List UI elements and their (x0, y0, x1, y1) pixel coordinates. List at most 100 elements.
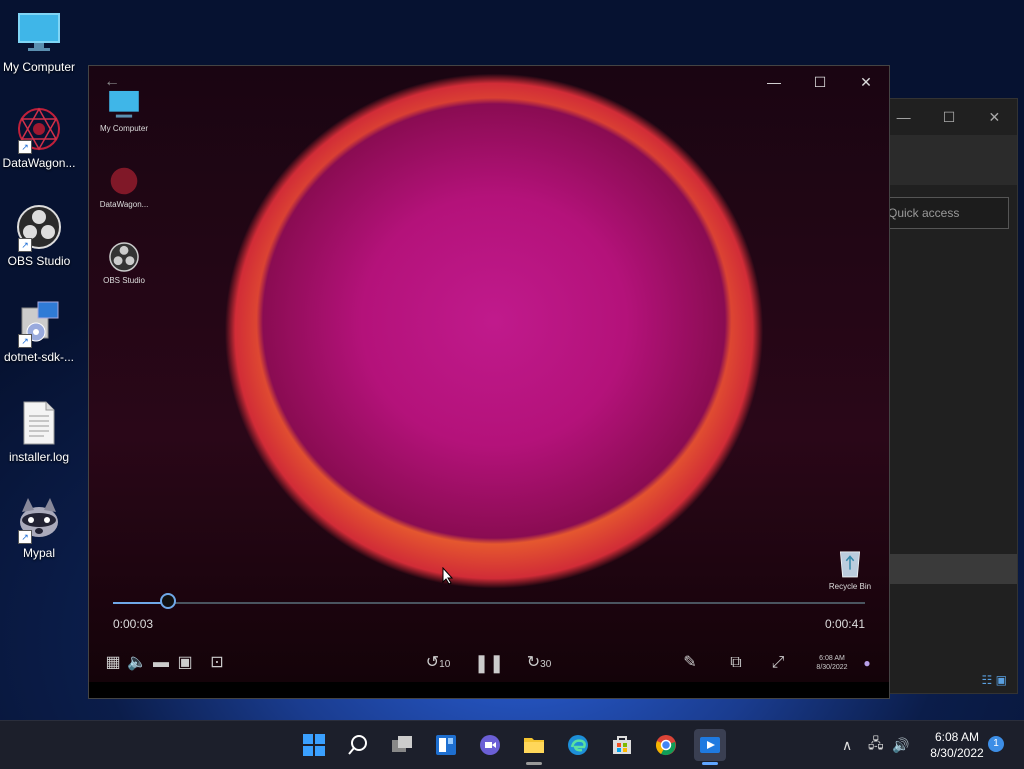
edge-button[interactable] (562, 729, 594, 761)
playback-controls: ▦ 🔈 ▬ ▣ ⊡ ↺10 ❚❚ ↻30 ✎ ⧉ ⤢ 6:08 AM 8/30/… (89, 644, 889, 682)
player-minimize-button[interactable]: — (751, 74, 797, 90)
file-explorer-window[interactable]: — ☐ ✕ Quick access ☷ ▣ (877, 98, 1018, 694)
seek-bar-thumb[interactable] (159, 593, 176, 609)
video-app-icon: ▣ (177, 654, 193, 671)
start-button[interactable] (298, 729, 330, 761)
tray-overflow-chevron[interactable]: ∧ (842, 721, 852, 769)
windows-logo-icon (303, 734, 325, 756)
video-icon-label: DataWagon... (99, 200, 149, 209)
video-icon-recycle-bin: Recycle Bin (815, 546, 885, 591)
search-button[interactable] (342, 729, 374, 761)
video-icon-datawagon: DataWagon... (89, 164, 159, 209)
shortcut-arrow-icon: ↗ (18, 140, 32, 154)
desktop-icon-label: My Computer (2, 60, 76, 74)
chat-button[interactable] (474, 729, 506, 761)
seek-bar[interactable] (113, 593, 865, 609)
video-clock: 6:08 AM 8/30/2022 (809, 644, 855, 682)
network-icon[interactable]: 🖧 (868, 721, 884, 769)
video-frame[interactable] (89, 66, 889, 682)
player-close-button[interactable]: ✕ (843, 74, 889, 91)
datawagon-icon: ↗ (16, 106, 62, 154)
clock-date: 8/30/2022 (930, 746, 984, 760)
details-view-icon[interactable]: ☷ (982, 673, 993, 687)
explorer-ribbon (881, 135, 1017, 185)
file-explorer-button[interactable] (518, 729, 550, 765)
video-app-icon-2: ⊡ (210, 654, 224, 671)
total-time: 0:00:41 (824, 617, 865, 631)
video-clock-date: 8/30/2022 (816, 664, 848, 671)
media-player-icon (700, 737, 720, 753)
mouse-cursor-icon (442, 566, 454, 585)
teams-chat-icon (480, 735, 500, 755)
video-start-icon: ▦ (105, 654, 121, 671)
video-icon-my-computer: My Computer (89, 88, 159, 133)
edge-browser-icon (568, 735, 588, 755)
taskbar-clock[interactable]: 6:08 AM 8/30/2022 (922, 729, 992, 761)
chrome-browser-icon (656, 735, 676, 756)
shortcut-arrow-icon: ↗ (18, 334, 32, 348)
search-icon (348, 735, 367, 755)
running-indicator (526, 762, 542, 765)
obs-icon: ↗ (16, 204, 62, 252)
monitor-icon (16, 10, 62, 56)
clock-time: 6:08 AM (934, 730, 980, 744)
explorer-titlebar: — ☐ ✕ (881, 99, 1017, 135)
explorer-maximize-button[interactable]: ☐ (926, 109, 971, 126)
skip-forward-label: 30 (540, 659, 552, 670)
volume-icon[interactable]: 🔊 (892, 721, 909, 769)
notification-badge[interactable]: 1 (988, 736, 1004, 752)
recycle-bin-icon (833, 546, 867, 580)
desktop-icon-my-computer[interactable]: My Computer (0, 10, 78, 74)
installer-icon: ↗ (16, 300, 62, 348)
desktop-icon-obs[interactable]: ↗ OBS Studio (0, 204, 78, 268)
desktop-icon-label: installer.log (8, 450, 70, 464)
tiles-view-icon[interactable]: ▣ (996, 673, 1007, 687)
explorer-close-button[interactable]: ✕ (972, 109, 1017, 126)
desktop-icon-label: DataWagon... (2, 156, 76, 170)
pause-button[interactable]: ❚❚ (474, 644, 504, 682)
store-icon (613, 736, 631, 754)
chrome-button[interactable] (650, 729, 682, 761)
widgets-icon (436, 735, 456, 755)
shortcut-arrow-icon: ↗ (18, 530, 32, 544)
player-titlebar: ← — ☐ ✕ (89, 66, 889, 98)
desktop-icon-label: dotnet-sdk-... (3, 350, 75, 364)
edit-pen-icon[interactable]: ✎ (677, 644, 703, 682)
cast-icon[interactable]: ⧉ (719, 644, 753, 682)
explorer-selected-row[interactable] (881, 554, 1017, 584)
desktop-icon-label: OBS Studio (7, 254, 71, 268)
more-options-icon[interactable]: ● (857, 644, 877, 682)
skip-back-10-button[interactable]: ↺10 (423, 644, 453, 682)
explorer-search-input[interactable]: Quick access (877, 197, 1009, 229)
desktop-icon-label: Mypal (22, 546, 55, 560)
explorer-view-toggles[interactable]: ☷ ▣ (982, 673, 1007, 687)
skip-back-label: 10 (439, 659, 451, 670)
datawagon-icon (107, 164, 141, 198)
task-view-button[interactable] (386, 729, 418, 761)
current-time: 0:00:03 (113, 617, 154, 631)
folder-icon (524, 738, 544, 753)
monitor-icon (107, 88, 141, 122)
desktop-icon-datawagon[interactable]: ↗ DataWagon... (0, 106, 78, 170)
store-button[interactable] (606, 729, 638, 761)
desktop-icon-installer-log[interactable]: installer.log (0, 400, 78, 464)
skip-forward-30-button[interactable]: ↻30 (524, 644, 554, 682)
video-icon-label: My Computer (99, 124, 148, 133)
video-icon-label: OBS Studio (103, 276, 145, 285)
media-player-window[interactable]: ← — ☐ ✕ My Computer DataWagon... OBS Stu… (88, 65, 890, 699)
task-view-icon (392, 736, 412, 752)
video-volume-icon: 🔈 (127, 654, 147, 671)
text-file-icon (16, 400, 62, 446)
video-icon-obs: OBS Studio (89, 240, 159, 285)
shortcut-arrow-icon: ↗ (18, 238, 32, 252)
player-maximize-button[interactable]: ☐ (797, 74, 843, 91)
desktop-icon-mypal[interactable]: ↗ Mypal (0, 496, 78, 560)
desktop-icon-dotnet-sdk[interactable]: ↗ dotnet-sdk-... (0, 300, 78, 364)
mini-view-icon[interactable]: ⤢ (761, 644, 795, 682)
raccoon-icon: ↗ (16, 496, 62, 544)
widgets-button[interactable] (430, 729, 462, 761)
media-player-button[interactable] (694, 729, 726, 765)
video-icon-label: Recycle Bin (828, 582, 872, 591)
active-indicator (702, 762, 718, 765)
video-folder-icon: ▬ (153, 654, 169, 671)
